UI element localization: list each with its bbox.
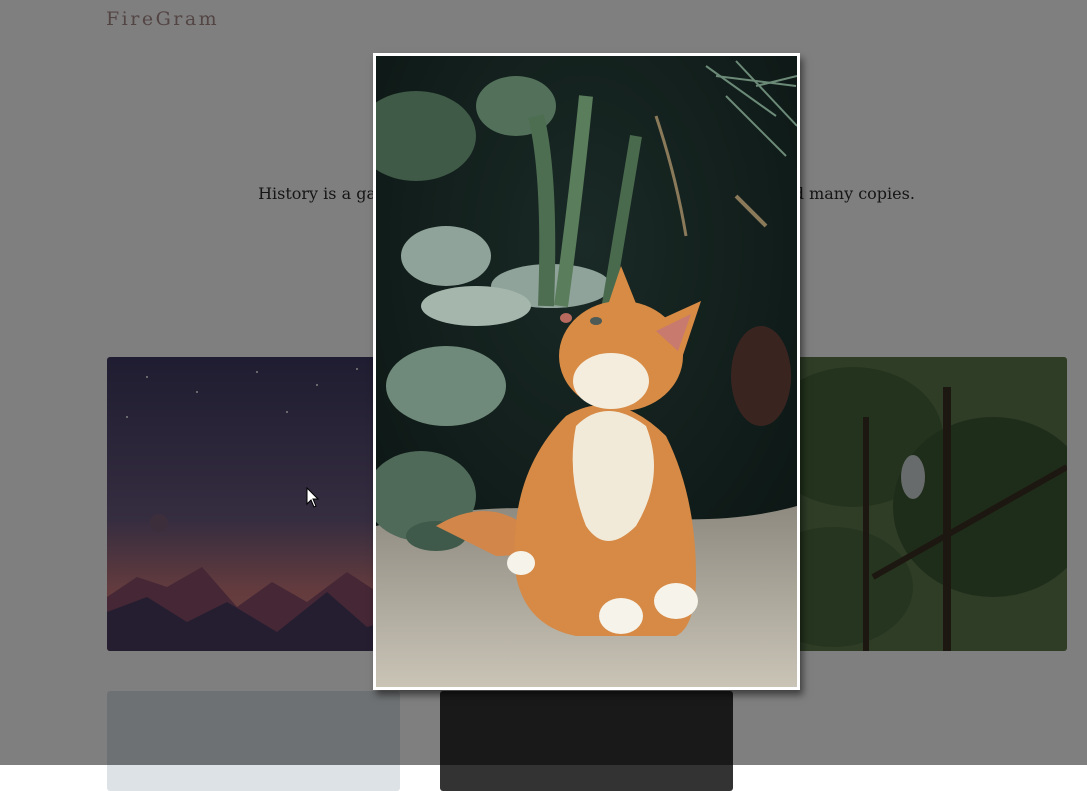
enlarged-image-kitten [373, 53, 800, 690]
mouse-cursor-icon [306, 487, 320, 508]
